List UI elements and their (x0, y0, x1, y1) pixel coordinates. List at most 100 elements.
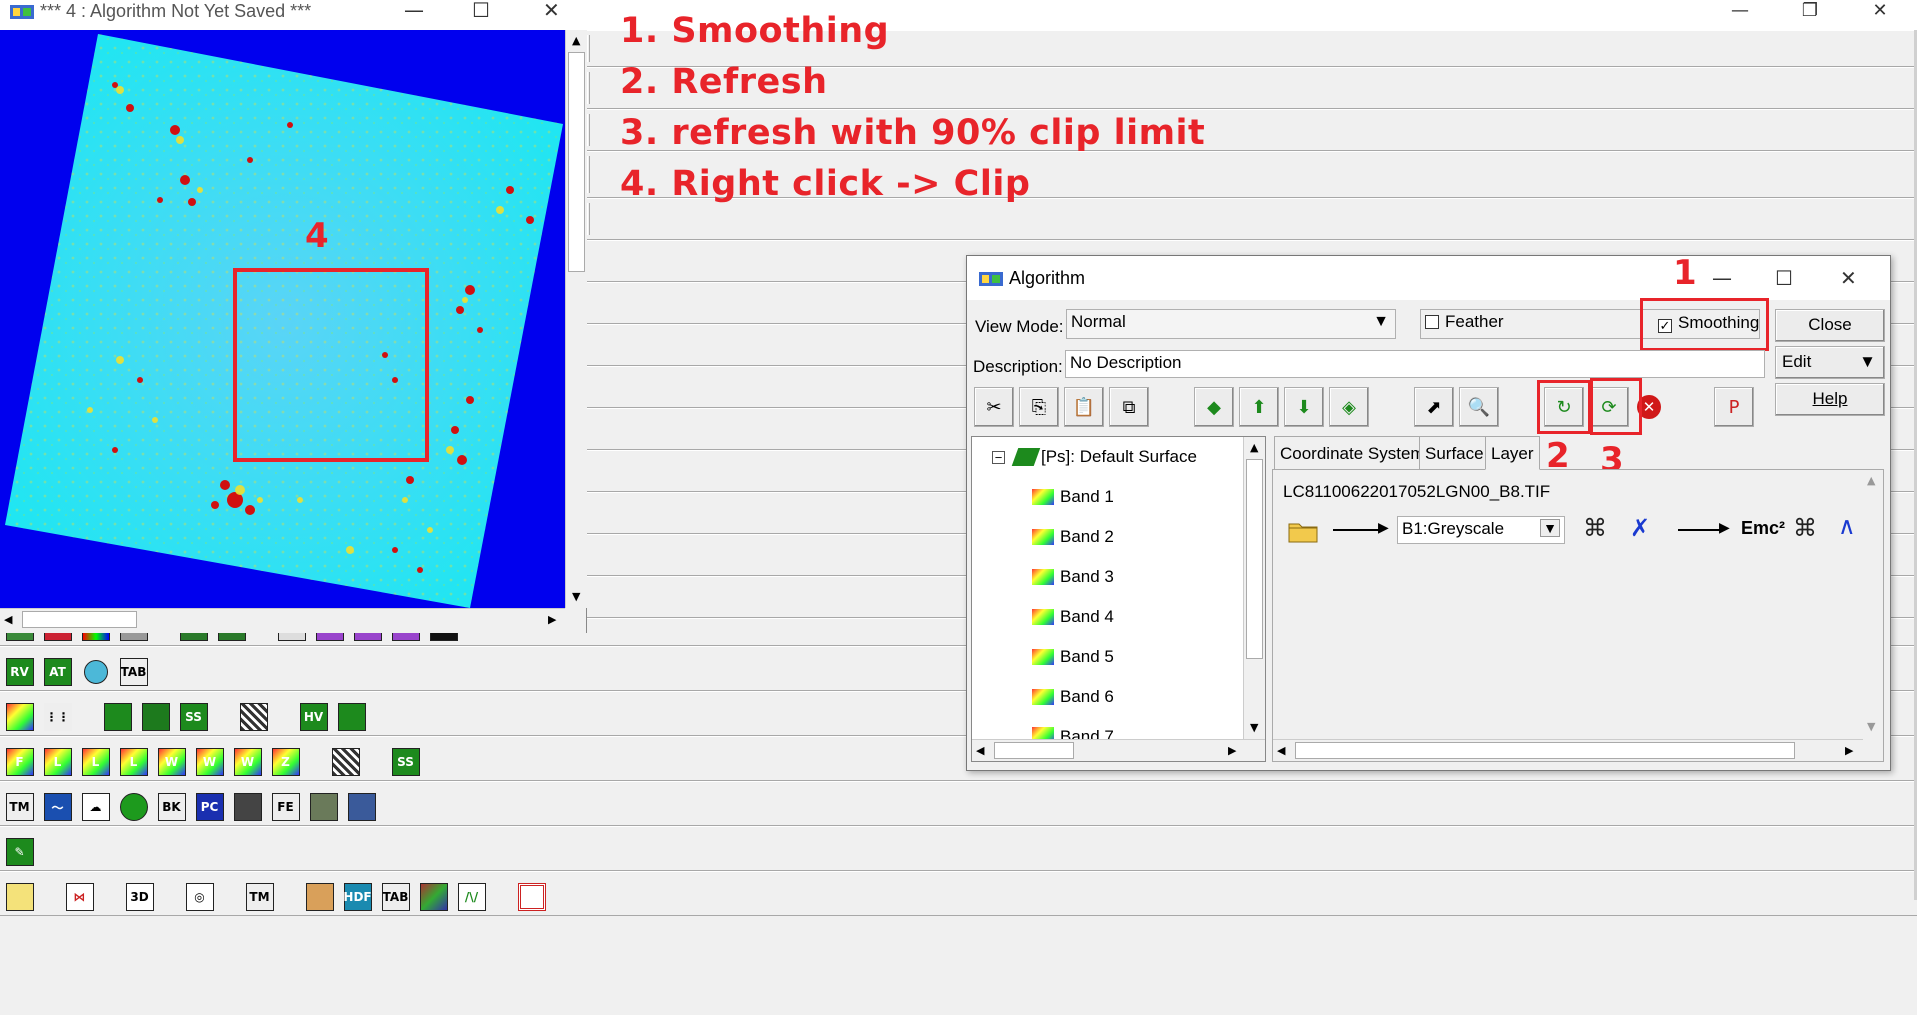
panel-horizontal-scrollbar[interactable]: ◀ ▶ (1273, 739, 1863, 761)
at-tool-button[interactable]: AT (40, 654, 75, 690)
bowtie-tool-button[interactable]: ⋈ (62, 879, 97, 915)
image-vertical-scrollbar[interactable]: ▲ ▼ (565, 30, 587, 608)
tab-layer[interactable]: Layer (1485, 436, 1540, 470)
filter-icon[interactable]: ⌘ (1793, 514, 1817, 543)
w2-tool-button[interactable]: W (192, 744, 227, 780)
tree-root[interactable]: − [Ps]: Default Surface (992, 447, 1197, 467)
tm2-tool-button[interactable]: TM (242, 879, 277, 915)
texture-tool-button[interactable] (236, 699, 271, 735)
rv-tool-button[interactable]: RV (2, 654, 37, 690)
scroll-up-icon[interactable]: ▲ (1250, 441, 1258, 454)
tree-item-band-6[interactable]: Band 6 (1032, 687, 1114, 707)
dialog-minimize-button[interactable]: — (1712, 266, 1732, 290)
transform-icon[interactable]: ✗ (1630, 514, 1650, 543)
l1-tool-button[interactable]: L (40, 744, 75, 780)
tree-item-band-2[interactable]: Band 2 (1032, 527, 1114, 547)
tm-tool-button[interactable]: TM (2, 789, 37, 825)
wave-tool-button[interactable]: 〜 (40, 789, 75, 825)
scroll-left-icon[interactable]: ◀ (976, 744, 984, 757)
scroll-right-icon[interactable]: ▶ (1228, 744, 1236, 757)
paste-button[interactable]: 📋 (1064, 387, 1104, 427)
scroll-up-icon[interactable]: ▲ (1867, 474, 1875, 487)
open-folder-icon[interactable] (1287, 516, 1319, 544)
add-layer-button[interactable]: ◆ (1194, 387, 1234, 427)
load-dataset-button[interactable]: ⬈ (1414, 387, 1454, 427)
image-maximize-button[interactable]: ☐ (472, 0, 490, 22)
tree-item-band-3[interactable]: Band 3 (1032, 567, 1114, 587)
scroll-thumb[interactable] (994, 742, 1074, 759)
frame-tool-button[interactable] (302, 879, 337, 915)
tab-surface[interactable]: Surface (1419, 436, 1490, 470)
dialog-maximize-button[interactable]: ☐ (1775, 266, 1793, 290)
edit-menu-button[interactable]: Edit ▼ (1775, 346, 1885, 379)
scroll-down-icon[interactable]: ▼ (1867, 720, 1875, 733)
image-horizontal-scrollbar[interactable]: ◀ ▶ (0, 608, 565, 630)
tree-item-band-5[interactable]: Band 5 (1032, 647, 1114, 667)
feather-checkbox[interactable]: Feather (1425, 312, 1504, 331)
rgb-tool-button[interactable] (2, 699, 37, 735)
mosaic-tool-button[interactable] (344, 789, 379, 825)
dots-tool-button[interactable] (230, 789, 265, 825)
cut-button[interactable]: ✂ (974, 387, 1014, 427)
image-close-button[interactable]: ✕ (543, 0, 560, 22)
l3-tool-button[interactable]: L (116, 744, 151, 780)
scroll-down-icon[interactable]: ▼ (572, 590, 580, 603)
hdf-tool-button[interactable]: HDF (340, 879, 375, 915)
main-restore-button[interactable]: ❐ (1780, 0, 1840, 24)
main-close-button[interactable]: ✕ (1850, 0, 1910, 24)
tree-item-band-4[interactable]: Band 4 (1032, 607, 1114, 627)
scroll-up-icon[interactable]: ▲ (572, 34, 580, 47)
contour-tool-button[interactable]: ◎ (182, 879, 217, 915)
band-select[interactable]: B1:Greyscale ▼ (1397, 516, 1565, 544)
close-button[interactable]: Close (1775, 309, 1885, 342)
scroll-thumb[interactable] (568, 52, 585, 272)
move-layer-down-button[interactable]: ⬇ (1284, 387, 1324, 427)
surface-tool-button[interactable] (334, 699, 369, 735)
scroll-thumb[interactable] (1295, 742, 1795, 759)
view-mode-select[interactable]: Normal ▼ (1066, 309, 1396, 339)
layer-tree[interactable]: − [Ps]: Default Surface Band 1 Band 2 Ba… (971, 436, 1266, 762)
image-minimize-button[interactable]: — (404, 0, 424, 22)
scroll-left-icon[interactable]: ◀ (1277, 744, 1285, 757)
zoom-button[interactable]: 🔍 (1459, 387, 1499, 427)
paste-special-button[interactable]: ⧉ (1109, 387, 1149, 427)
collapse-icon[interactable]: − (992, 450, 1005, 464)
duplicate-layer-button[interactable]: ◈ (1329, 387, 1369, 427)
z-tool-button[interactable]: Z (268, 744, 303, 780)
help-button[interactable]: Help (1775, 383, 1885, 416)
edit-tool-button[interactable]: ✎ (2, 834, 37, 870)
copy-button[interactable]: ⎘ (1019, 387, 1059, 427)
ss-tool-button[interactable]: SS (176, 699, 211, 735)
l2-tool-button[interactable]: L (78, 744, 113, 780)
w1-tool-button[interactable]: W (154, 744, 189, 780)
tab2-tool-button[interactable]: TAB (378, 879, 413, 915)
tree-tool-button[interactable] (116, 789, 151, 825)
main-minimize-button[interactable]: — (1710, 0, 1770, 24)
page-tool-button[interactable] (2, 879, 37, 915)
hv2-tool-button[interactable]: /\/ (454, 879, 489, 915)
scroll-thumb[interactable] (1246, 459, 1263, 659)
scroll-right-icon[interactable]: ▶ (1845, 744, 1853, 757)
move-layer-up-button[interactable]: ⬆ (1239, 387, 1279, 427)
scroll-down-icon[interactable]: ▼ (1250, 721, 1258, 734)
formula-label[interactable]: Emc² (1741, 518, 1785, 539)
stack-tool-button[interactable] (138, 699, 173, 735)
w3-tool-button[interactable]: W (230, 744, 265, 780)
tree-horizontal-scrollbar[interactable]: ◀ ▶ (972, 739, 1265, 761)
dialog-close-button[interactable]: ✕ (1840, 266, 1857, 290)
map-tool-button[interactable] (416, 879, 451, 915)
fe-tool-button[interactable]: FE (268, 789, 303, 825)
tab-coordinate-system[interactable]: Coordinate System (1274, 436, 1431, 470)
f-tool-button[interactable]: F (2, 744, 37, 780)
hv-tool-button[interactable]: HV (296, 699, 331, 735)
pc-tool-button[interactable]: PC (192, 789, 227, 825)
panel-vertical-scrollbar[interactable]: ▲ ▼ (1861, 470, 1883, 739)
tree-item-band-1[interactable]: Band 1 (1032, 487, 1114, 507)
scroll-left-icon[interactable]: ◀ (4, 613, 12, 626)
3d-tool-button[interactable]: 3D (122, 879, 157, 915)
noise-tool-button[interactable] (328, 744, 363, 780)
tab-tool-button[interactable]: TAB (116, 654, 151, 690)
grid-tool-button[interactable]: ⋮⋮ (40, 699, 75, 735)
description-field[interactable]: No Description (1065, 350, 1765, 378)
shape-tool-button[interactable] (78, 654, 113, 690)
